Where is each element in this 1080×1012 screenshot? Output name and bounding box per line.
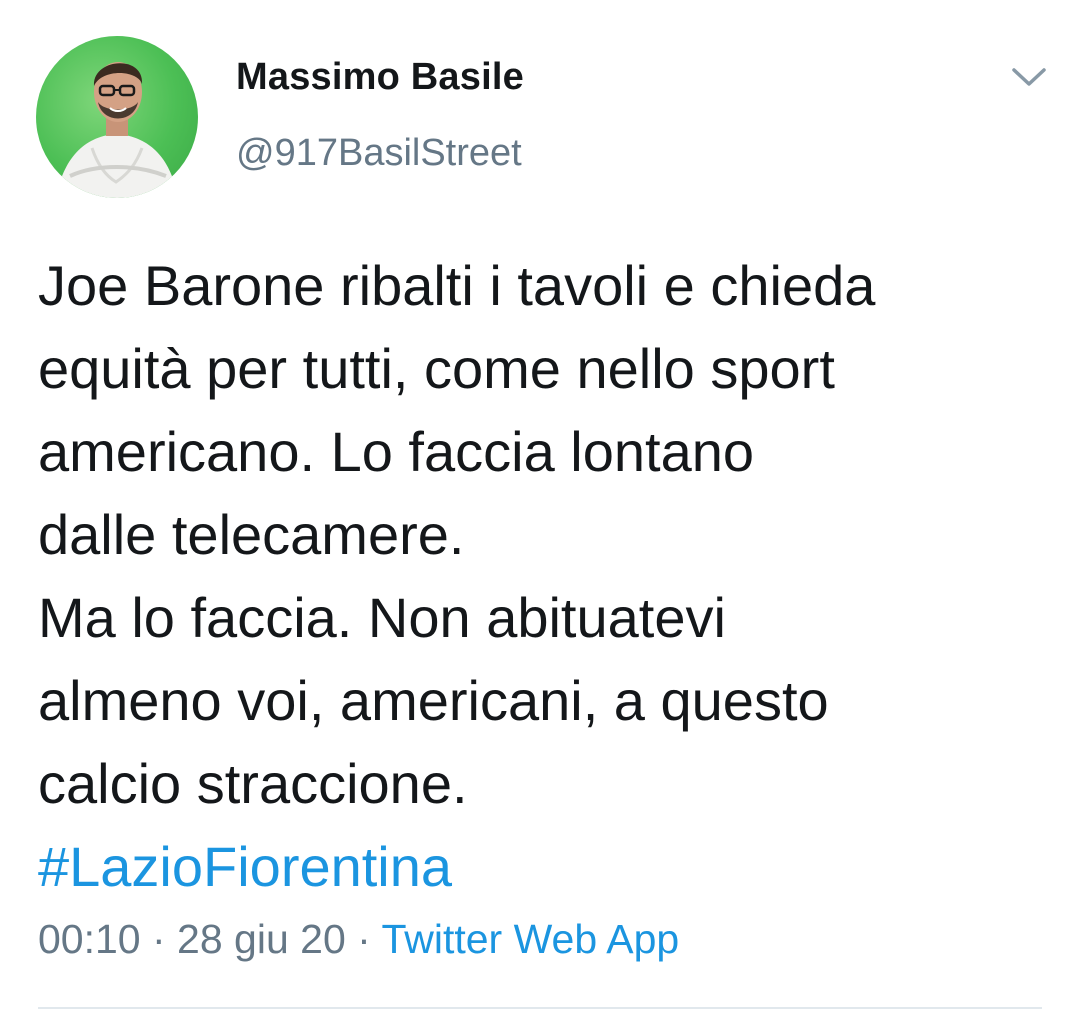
- tweet-text-line: equità per tutti, come nello sport: [38, 337, 835, 400]
- divider: [38, 1007, 1042, 1009]
- author-handle[interactable]: @917BasilStreet: [236, 132, 522, 175]
- tweet-text-line: almeno voi, americani, a questo: [38, 669, 829, 732]
- tweet-text-line: dalle telecamere.: [38, 503, 465, 566]
- tweet-source-link[interactable]: Twitter Web App: [381, 916, 679, 962]
- author-avatar[interactable]: [36, 36, 198, 198]
- tweet-date[interactable]: 28 giu 20: [177, 916, 346, 962]
- tweet-time[interactable]: 00:10: [38, 916, 141, 962]
- meta-separator: ·: [345, 916, 382, 962]
- hashtag-link[interactable]: #LazioFiorentina: [38, 825, 1048, 908]
- tweet-text-line: Ma lo faccia. Non abituatevi: [38, 586, 726, 649]
- user-avatar-icon: [56, 62, 178, 198]
- chevron-down-icon: [1012, 68, 1046, 86]
- tweet: Massimo Basile @917BasilStreet Joe Baron…: [0, 0, 1080, 1012]
- tweet-text-line: Joe Barone ribalti i tavoli e chieda: [38, 254, 876, 317]
- tweet-text: Joe Barone ribalti i tavoli e chieda equ…: [38, 244, 1048, 908]
- tweet-menu-button[interactable]: [1008, 60, 1050, 96]
- author-display-name[interactable]: Massimo Basile: [236, 56, 524, 99]
- tweet-meta: 00:10 · 28 giu 20 · Twitter Web App: [38, 916, 679, 963]
- tweet-text-line: americano. Lo faccia lontano: [38, 420, 754, 483]
- tweet-text-line: calcio straccione.: [38, 752, 468, 815]
- meta-separator: ·: [140, 916, 178, 962]
